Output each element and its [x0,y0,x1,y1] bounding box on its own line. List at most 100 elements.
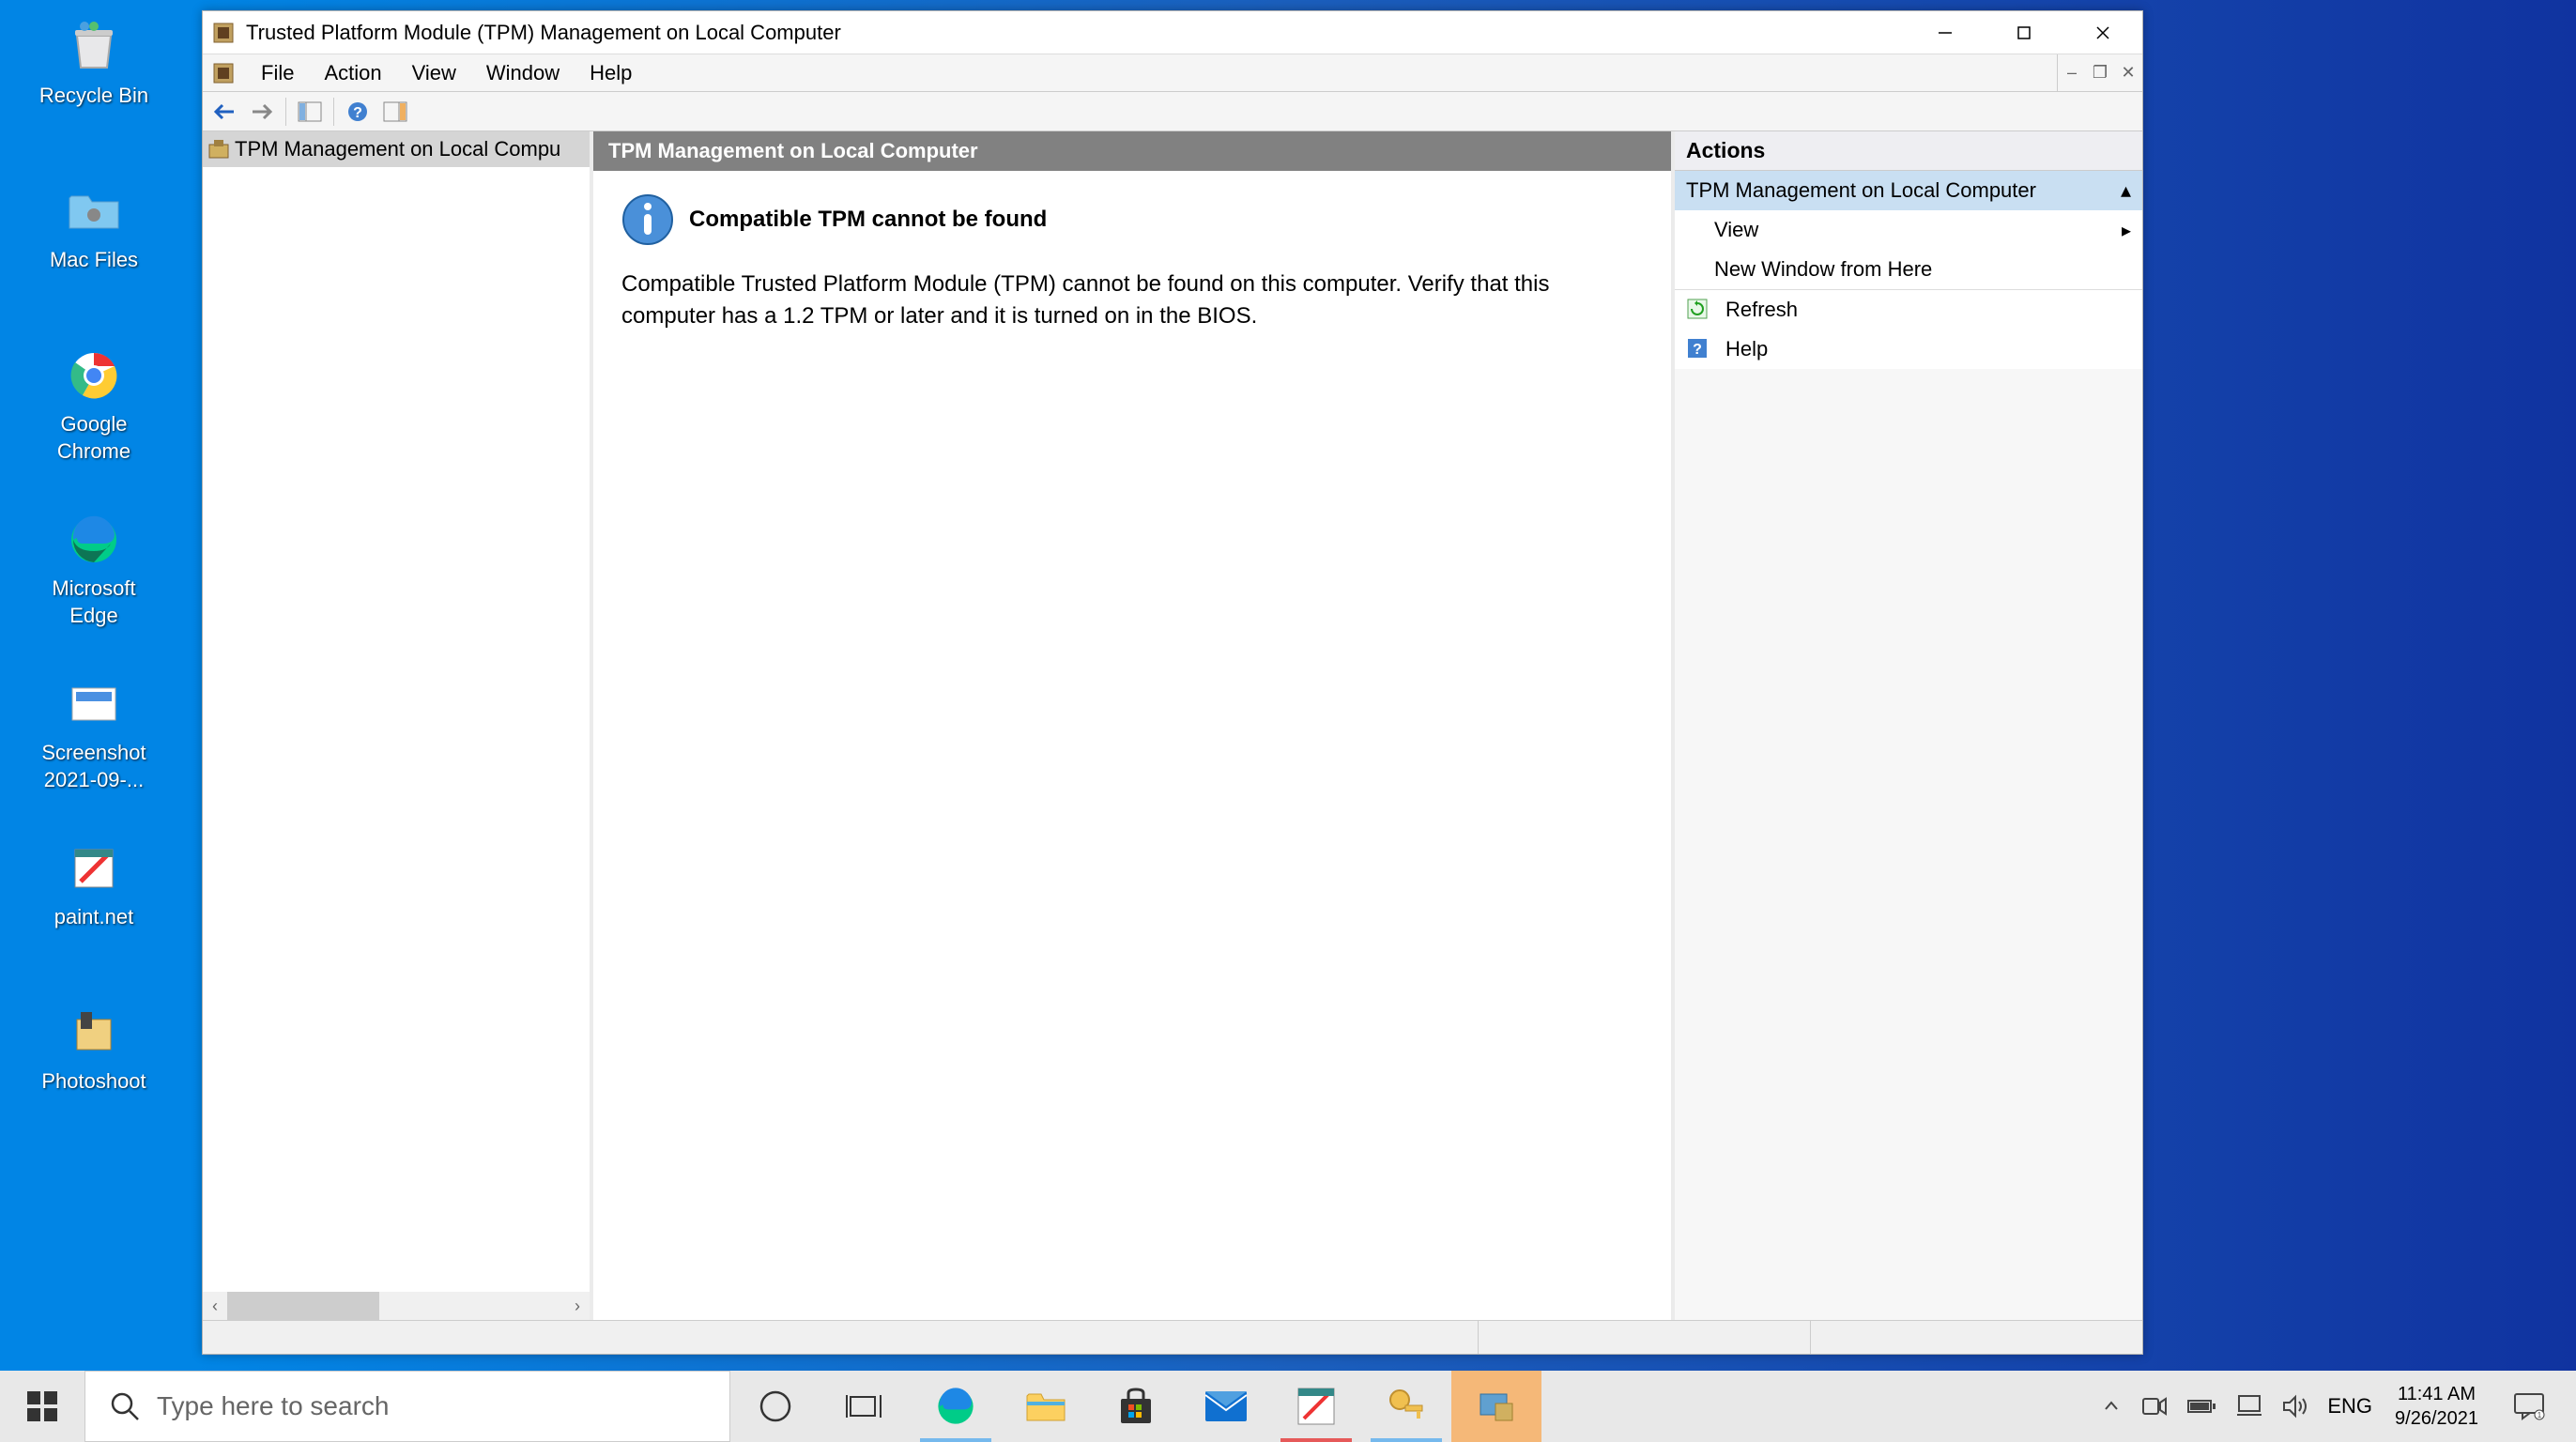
meet-now-icon[interactable] [2141,1395,2168,1418]
minimize-button[interactable] [1906,12,1985,54]
menu-help[interactable]: Help [575,61,647,85]
action-view[interactable]: View ▸ [1675,210,2142,250]
edge-icon [64,510,124,570]
menu-view[interactable]: View [397,61,471,85]
taskbar-app-tpm-management[interactable] [1451,1371,1541,1442]
collapse-arrow-icon: ▴ [2121,178,2131,203]
action-label: Refresh [1725,298,1798,322]
show-hide-actions-button[interactable] [377,95,413,129]
horizontal-scrollbar[interactable]: ‹ › [203,1292,590,1320]
desktop-icon-label: Mac Files [50,247,138,274]
search-bar[interactable]: Type here to search [84,1371,730,1442]
show-hidden-icons-button[interactable] [2100,1395,2123,1418]
mdi-minimize-button[interactable]: – [2058,54,2086,91]
help-icon: ? [1686,337,1710,361]
desktop-icon-chrome[interactable]: Google Chrome [0,336,188,500]
action-refresh[interactable]: Refresh [1675,290,2142,330]
taskbar-app-mail[interactable] [1181,1371,1271,1442]
taskbar-app-paintnet[interactable] [1271,1371,1361,1442]
desktop-icon-label: Recycle Bin [39,83,148,110]
clock[interactable]: 11:41 AM 9/26/2021 [2382,1371,2492,1442]
clock-date: 9/26/2021 [2395,1406,2478,1431]
tpm-tree-icon [207,137,231,161]
menu-action[interactable]: Action [309,61,396,85]
info-icon [621,193,674,246]
mdi-restore-button[interactable]: ❐ [2086,54,2114,91]
show-desktop-button[interactable] [2567,1371,2576,1442]
desktop-icon-paintnet[interactable]: paint.net [0,829,188,993]
svg-text:?: ? [353,105,362,121]
volume-icon[interactable] [2282,1394,2308,1419]
desktop-icon-edge[interactable]: Microsoft Edge [0,500,188,665]
action-help[interactable]: ? Help [1675,330,2142,369]
scroll-right-button[interactable]: › [565,1292,590,1320]
cortana-button[interactable] [730,1371,820,1442]
toolbar-separator [285,98,286,126]
mail-icon [1204,1389,1249,1423]
desktop-icon-label: Google Chrome [28,411,160,465]
recycle-bin-icon [64,17,124,77]
task-view-button[interactable] [820,1371,911,1442]
actions-header: Actions [1675,131,2142,171]
status-cell [1479,1321,1811,1354]
maximize-button[interactable] [1985,12,2063,54]
forward-button[interactable] [244,95,280,129]
statusbar [203,1320,2142,1354]
action-center-button[interactable]: 1 [2492,1371,2567,1442]
desktop-icon-recycle-bin[interactable]: Recycle Bin [0,8,188,172]
tree-content-area [203,167,590,1292]
mdi-controls: – ❐ ✕ [2057,54,2142,91]
tree-panel: TPM Management on Local Compu ‹ › [203,131,593,1320]
paintnet-icon [1296,1387,1336,1426]
chrome-icon [64,345,124,406]
taskbar-app-explorer[interactable] [1001,1371,1091,1442]
window-title: Trusted Platform Module (TPM) Management… [246,21,1906,45]
tree-item-tpm-management[interactable]: TPM Management on Local Compu [203,131,590,167]
search-icon [108,1389,142,1423]
refresh-icon [1686,298,1710,322]
toolbar: ? [203,92,2142,131]
close-button[interactable] [2063,12,2142,54]
desktop-icon-screenshot[interactable]: Screenshot 2021-09-... [0,665,188,829]
content-body: Compatible TPM cannot be found Compatibl… [593,171,1671,1320]
action-new-window[interactable]: New Window from Here [1675,250,2142,289]
actions-group-label: TPM Management on Local Computer [1686,178,2036,203]
folder-photoshoot-icon [64,1003,124,1063]
taskbar-app-security[interactable] [1361,1371,1451,1442]
taskbar-app-edge[interactable] [911,1371,1001,1442]
action-label: Help [1725,337,1768,361]
help-button[interactable]: ? [340,95,376,129]
scroll-left-button[interactable]: ‹ [203,1292,227,1320]
menu-file[interactable]: File [246,61,309,85]
window-titlebar[interactable]: Trusted Platform Module (TPM) Management… [203,11,2142,54]
start-button[interactable] [0,1371,84,1442]
actions-group-header[interactable]: TPM Management on Local Computer ▴ [1675,171,2142,210]
scroll-thumb[interactable] [227,1292,379,1320]
taskbar: Type here to search [0,1371,2576,1442]
status-cell [1811,1321,2142,1354]
taskbar-app-store[interactable] [1091,1371,1181,1442]
chevron-right-icon: ▸ [2122,219,2131,242]
back-button[interactable] [207,95,242,129]
show-hide-tree-button[interactable] [292,95,328,129]
toolbar-separator [333,98,334,126]
network-icon[interactable] [2235,1394,2263,1419]
edge-icon [935,1386,976,1427]
task-view-icon [845,1388,886,1425]
mdi-close-button[interactable]: ✕ [2114,54,2142,91]
folder-icon [64,181,124,241]
menu-window[interactable]: Window [471,61,575,85]
action-label: New Window from Here [1714,257,1932,282]
search-placeholder: Type here to search [157,1391,389,1421]
info-header-row: Compatible TPM cannot be found [621,193,1643,246]
notification-icon: 1 [2513,1392,2545,1420]
scroll-track[interactable] [227,1292,565,1320]
battery-icon[interactable] [2186,1397,2216,1416]
language-indicator[interactable]: ENG [2327,1394,2372,1419]
desktop-icon-mac-files[interactable]: Mac Files [0,172,188,336]
desktop-icon-photoshoot[interactable]: Photoshoot [0,993,188,1158]
mmc-icon [1477,1387,1516,1426]
window-controls [1906,12,2142,54]
window-body: TPM Management on Local Compu ‹ › TPM Ma… [203,131,2142,1320]
content-panel: TPM Management on Local Computer Compati… [593,131,1675,1320]
